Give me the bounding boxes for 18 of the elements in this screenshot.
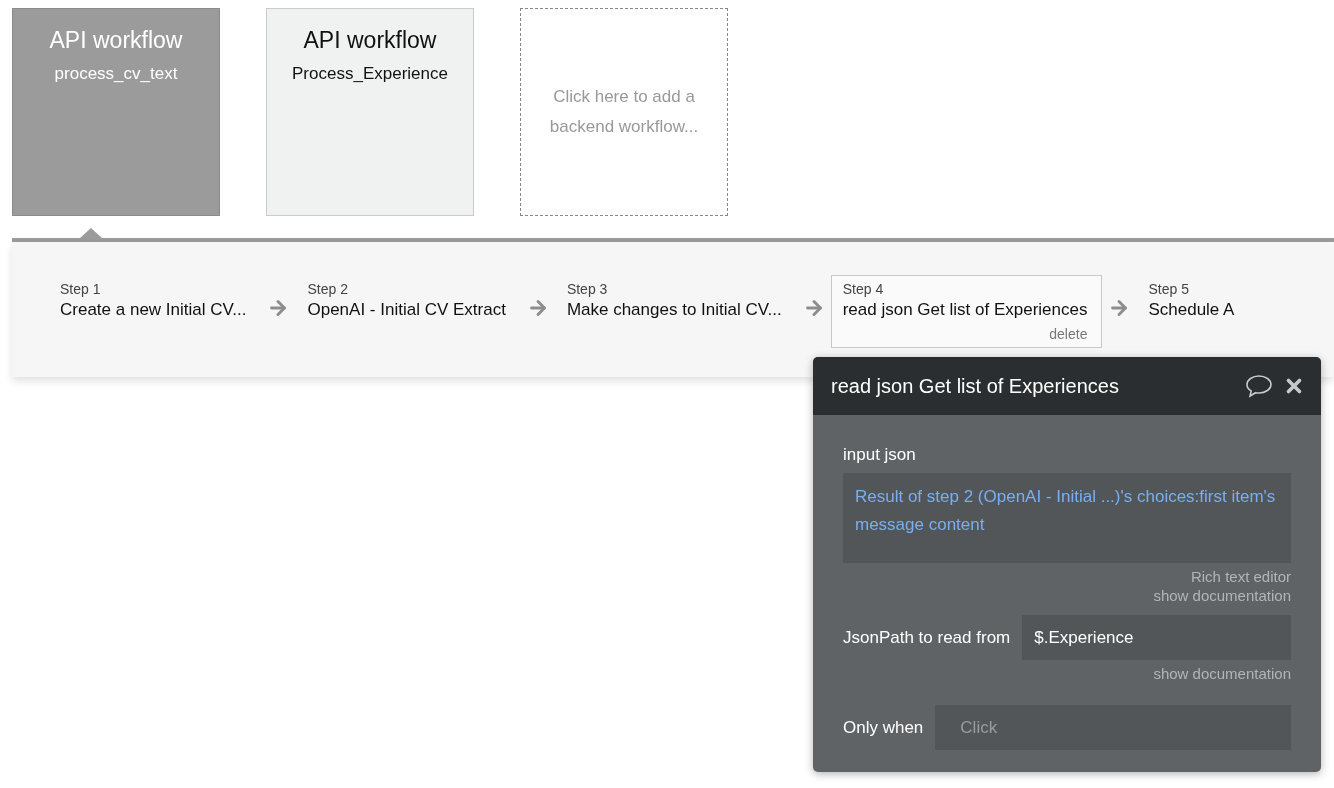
step-item[interactable]: Step 3 Make changes to Initial CV... <box>554 275 797 326</box>
comment-icon[interactable] <box>1245 374 1273 398</box>
step-item[interactable]: Step 1 Create a new Initial CV... <box>48 275 262 326</box>
step-item[interactable]: Step 5 Schedule A <box>1136 275 1250 326</box>
workflow-name: Process_Experience <box>292 64 448 84</box>
workflow-card[interactable]: API workflow Process_Experience <box>266 8 474 216</box>
panel-title: read json Get list of Experiences <box>831 374 1120 398</box>
workflow-name: process_cv_text <box>54 64 178 84</box>
field-label: input json <box>843 445 917 465</box>
condition-field[interactable]: Click <box>935 705 1291 750</box>
workflow-type: API workflow <box>49 27 183 54</box>
input-field[interactable]: $.Experience <box>1022 615 1291 660</box>
step-item[interactable]: Step 2 OpenAI - Initial CV Extract <box>295 275 521 326</box>
workflow-type: API workflow <box>303 27 437 54</box>
step-item[interactable]: Step 4 read json Get list of Experiences delete <box>830 275 1103 348</box>
field-label: JsonPath to read from <box>843 627 1011 648</box>
field-label: Only when <box>843 717 924 738</box>
delete-link[interactable]: delete <box>1049 326 1088 342</box>
